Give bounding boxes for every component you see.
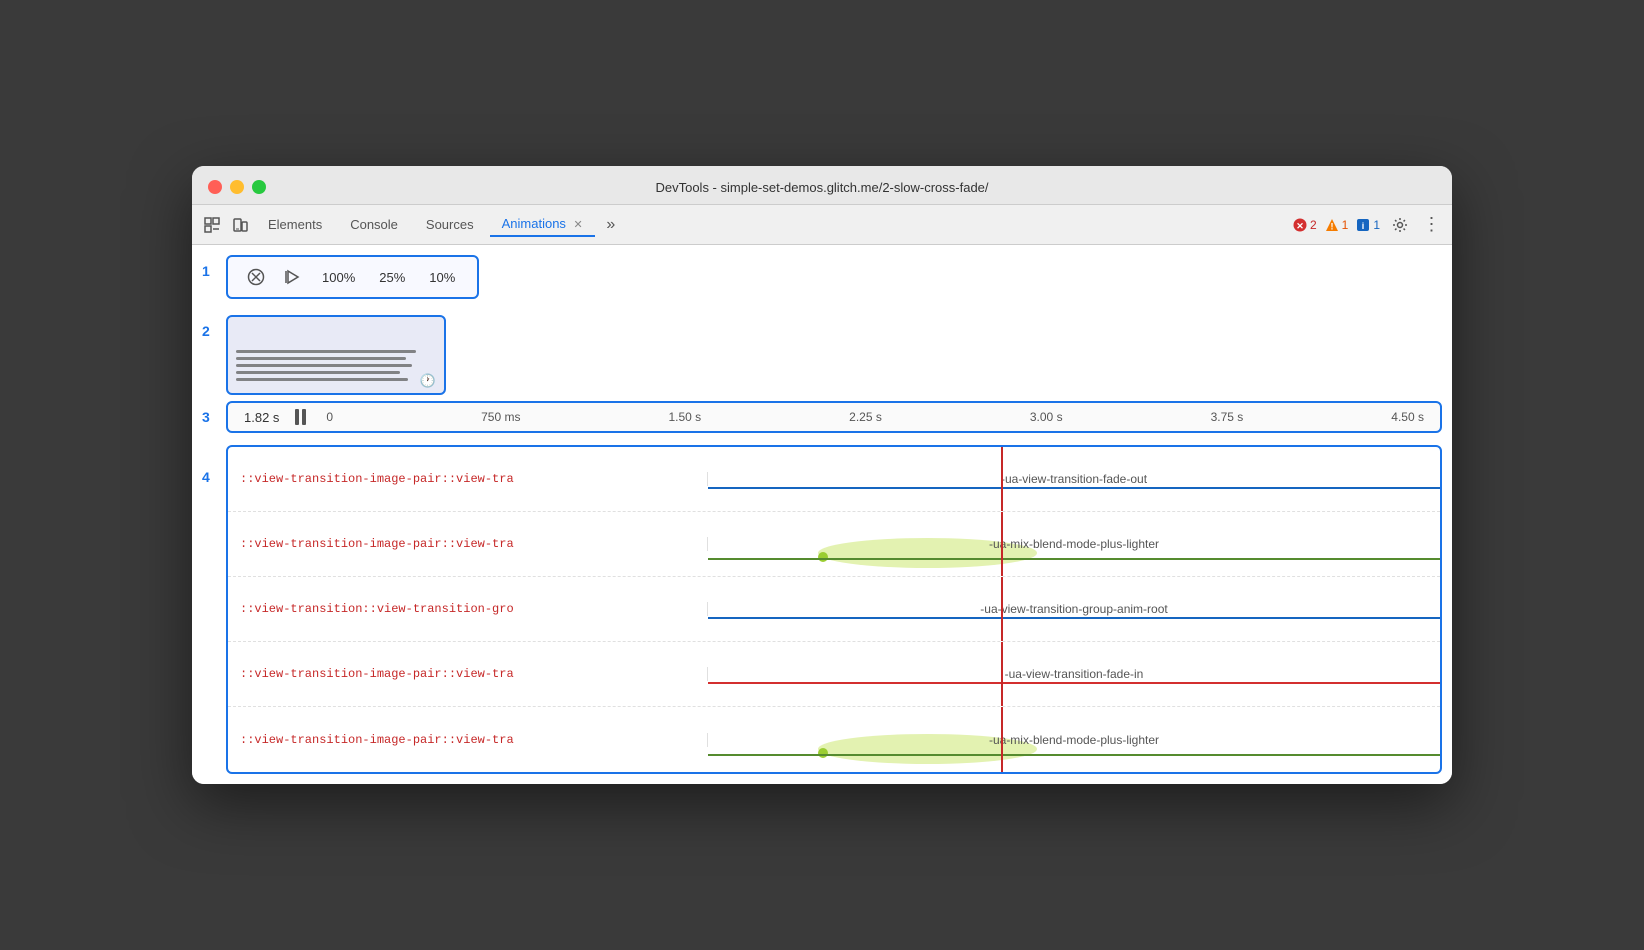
label-3: 3 [202, 409, 218, 425]
track-dot-green-5 [818, 748, 828, 758]
toolbar: Elements Console Sources Animations ✕ » … [192, 205, 1452, 245]
pause-bar-right [302, 409, 306, 425]
track-line-blue-1 [708, 487, 1440, 489]
preview-row: 2 🕐 [202, 315, 1442, 395]
svg-text:✕: ✕ [1296, 221, 1304, 231]
timeline-header: 1.82 s 0 750 ms 1.50 s 2.25 s 3.00 s 3.7… [226, 401, 1442, 433]
time-icon: 🕐 [420, 373, 436, 389]
animation-lines [236, 350, 436, 381]
track-line-blue-3 [708, 617, 1440, 619]
label-4: 4 [202, 469, 218, 485]
anim-row-3[interactable]: ::view-transition::view-transition-gro -… [228, 577, 1440, 642]
traffic-lights [208, 180, 266, 194]
label-1: 1 [202, 263, 218, 279]
inspect-icon[interactable] [200, 213, 224, 237]
devtools-body: 1 100% 25% 10% [192, 245, 1452, 784]
scrubber-line-4 [1001, 642, 1003, 706]
anim-row-1[interactable]: ::view-transition-image-pair::view-tra -… [228, 447, 1440, 512]
window-title: DevTools - simple-set-demos.glitch.me/2-… [655, 180, 988, 195]
anim-row-4[interactable]: ::view-transition-image-pair::view-tra -… [228, 642, 1440, 707]
tick-0: 0 [326, 410, 333, 424]
anim-label-3: -ua-view-transition-group-anim-root [980, 602, 1167, 616]
anim-label-4: -ua-view-transition-fade-in [1005, 667, 1144, 681]
maximize-button[interactable] [252, 180, 266, 194]
anim-line-5 [236, 378, 408, 381]
current-time: 1.82 s [244, 410, 279, 425]
play-button[interactable] [278, 263, 306, 291]
speed-10[interactable]: 10% [421, 268, 463, 287]
anim-selector-4: ::view-transition-image-pair::view-tra [228, 667, 708, 681]
tab-animations[interactable]: Animations ✕ [490, 212, 595, 237]
anim-line-2 [236, 357, 406, 360]
animations-row: 4 ::view-transition-image-pair::view-tra… [202, 445, 1442, 774]
animation-controls: 100% 25% 10% [226, 255, 479, 299]
animation-list: ::view-transition-image-pair::view-tra -… [226, 445, 1442, 774]
tick-150s: 1.50 s [668, 410, 701, 424]
info-badge: i 1 [1356, 218, 1380, 232]
tick-375s: 3.75 s [1211, 410, 1244, 424]
speed-100[interactable]: 100% [314, 268, 363, 287]
anim-line-3 [236, 364, 412, 367]
pause-button[interactable] [295, 409, 306, 425]
anim-track-5: -ua-mix-blend-mode-plus-lighter [708, 707, 1440, 772]
label-2: 2 [202, 323, 218, 339]
timeline-row: 3 1.82 s 0 750 ms 1.50 s 2.25 s 3.00 s 3… [202, 401, 1442, 439]
anim-track-1: -ua-view-transition-fade-out [708, 447, 1440, 511]
anim-row-2[interactable]: ::view-transition-image-pair::view-tra -… [228, 512, 1440, 577]
scrubber-line-2 [1001, 512, 1003, 576]
track-line-red-4 [708, 682, 1440, 684]
svg-text:i: i [1362, 221, 1365, 231]
anim-selector-1: ::view-transition-image-pair::view-tra [228, 472, 708, 486]
titlebar: DevTools - simple-set-demos.glitch.me/2-… [192, 166, 1452, 205]
minimize-button[interactable] [230, 180, 244, 194]
svg-text:!: ! [1330, 221, 1333, 231]
device-icon[interactable] [228, 213, 252, 237]
anim-track-4: -ua-view-transition-fade-in [708, 642, 1440, 706]
anim-track-3: -ua-view-transition-group-anim-root [708, 577, 1440, 641]
track-line-green-2 [708, 558, 1440, 560]
tick-225s: 2.25 s [849, 410, 882, 424]
pause-bar-left [295, 409, 299, 425]
track-line-green-5 [708, 754, 1440, 756]
controls-row: 1 100% 25% 10% [202, 255, 1442, 309]
anim-selector-2: ::view-transition-image-pair::view-tra [228, 537, 708, 551]
tab-close-icon[interactable]: ✕ [574, 218, 583, 231]
anim-line-1 [236, 350, 416, 353]
speed-25[interactable]: 25% [371, 268, 413, 287]
anim-row-5[interactable]: ::view-transition-image-pair::view-tra -… [228, 707, 1440, 772]
anim-label-1: -ua-view-transition-fade-out [1001, 472, 1147, 486]
error-badge: ✕ 2 [1293, 218, 1317, 232]
menu-icon[interactable]: ⋮ [1420, 213, 1444, 237]
tab-console[interactable]: Console [338, 213, 410, 236]
close-button[interactable] [208, 180, 222, 194]
track-dot-green-2 [818, 552, 828, 562]
tick-300s: 3.00 s [1030, 410, 1063, 424]
tick-750ms: 750 ms [481, 410, 520, 424]
anim-line-4 [236, 371, 400, 374]
scrubber-line-5 [1001, 707, 1003, 772]
tick-450s: 4.50 s [1391, 410, 1424, 424]
anim-selector-3: ::view-transition::view-transition-gro [228, 602, 708, 616]
warning-badge: ! 1 [1325, 218, 1349, 232]
animation-preview: 🕐 [226, 315, 446, 395]
scrubber-line-1 [1001, 447, 1003, 511]
scrubber-line-3 [1001, 577, 1003, 641]
anim-label-2: -ua-mix-blend-mode-plus-lighter [989, 537, 1159, 551]
settings-icon[interactable] [1388, 213, 1412, 237]
anim-label-5: -ua-mix-blend-mode-plus-lighter [989, 733, 1159, 747]
anim-selector-5: ::view-transition-image-pair::view-tra [228, 733, 708, 747]
tab-sources[interactable]: Sources [414, 213, 486, 236]
more-tabs-icon[interactable]: » [599, 213, 623, 237]
tab-elements[interactable]: Elements [256, 213, 334, 236]
toolbar-right: ✕ 2 ! 1 i 1 ⋮ [1293, 213, 1444, 237]
anim-track-2: -ua-mix-blend-mode-plus-lighter [708, 512, 1440, 576]
timeline-ruler: 0 750 ms 1.50 s 2.25 s 3.00 s 3.75 s 4.5… [326, 410, 1424, 424]
devtools-window: DevTools - simple-set-demos.glitch.me/2-… [192, 166, 1452, 784]
clear-button[interactable] [242, 263, 270, 291]
